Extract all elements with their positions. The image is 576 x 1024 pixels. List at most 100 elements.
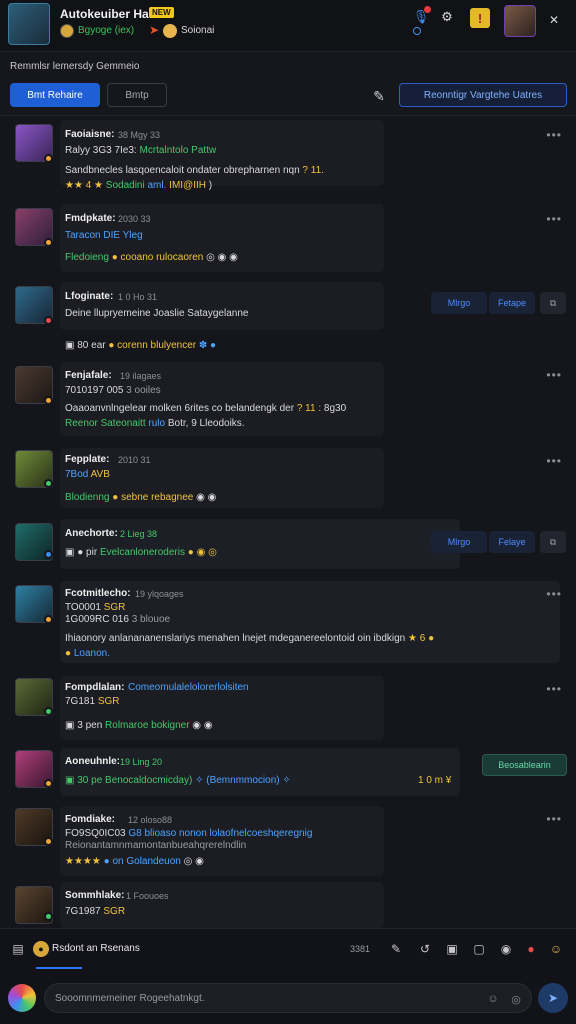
author-name[interactable]: Anechorte: [65,528,118,539]
more-options-icon[interactable]: ••• [546,587,562,601]
more-options-icon[interactable]: ••• [546,368,562,382]
message-line: Oaaoanvnlngelear molken 6rites co beland… [65,403,346,414]
author-name[interactable]: Fenjafale: [65,370,112,381]
gif-icon[interactable]: ◉ [498,941,514,957]
text-segment: ) [206,180,213,191]
channel-list-icon[interactable]: ▤ [10,941,26,957]
more-options-icon[interactable]: ••• [546,212,562,226]
author-name[interactable]: Lfoginate: [65,291,113,302]
text-segment: G8 blioaso nonon lolaofnelcoeshqeregnig [128,828,313,839]
send-button[interactable]: ➤ [538,983,568,1013]
image-icon[interactable]: ▣ [444,941,460,957]
outline-action-button[interactable]: Reonntigr Vargtehe Uatres [399,83,567,107]
arrow-right-icon: ➤ [149,23,160,37]
copy-icon[interactable]: ⧉ [540,292,566,314]
text-segment: ▣ 80 ear [65,340,109,351]
emoji-icon[interactable]: ● [523,941,539,957]
text-segment: 7G181 [65,696,98,707]
channel-avatar[interactable] [8,3,50,45]
message-line: 7010197 005 3 ooiles [65,385,161,396]
server-subtitle[interactable]: Bgyoge (iex) [78,25,134,36]
primary-action-button[interactable]: Bmt Rehaire [10,83,100,107]
message-line: Sandbnecles lasqoencaloit ondater obreph… [65,165,324,176]
server-icon[interactable]: ● [33,941,49,957]
text-segment: ◎ ◉ ◉ [203,252,238,263]
text-segment: ◉ ◉ [189,720,213,731]
text-segment: (Bemnmmocion) ✧ [206,775,291,786]
message-line: ★★ 4 ★ Sodadini aml. IMI@IIH ) [65,180,212,191]
message-line: 7G1987 SGR [65,906,125,917]
status-pill[interactable]: Beosablearin [482,754,567,776]
timestamp: Comeomulalelolorerlolsiten [128,682,249,693]
text-segment: ● sebne rebagnee [109,492,194,503]
copy-icon[interactable]: ⧉ [540,531,566,553]
author-name[interactable]: Fomdiake: [65,814,115,825]
message-line: 7Bod AVB [65,469,110,480]
timestamp: 19 Ling 20 [120,757,163,767]
text-segment: 1G009RC 016 [65,614,132,625]
merge-button[interactable]: Mlrgo [431,531,487,553]
message-line: Ralyy 3G3 7Ie3: Mcrtalntolo Pattw [65,145,216,156]
message-line: Deine llupryemeine Joaslie Sataygelanne [65,308,248,319]
message-line: Fledoieng ● cooano rulocaoren ◎ ◉ ◉ [65,252,238,263]
notification-icon[interactable]: ! [470,8,490,28]
more-options-icon[interactable]: ••• [546,454,562,468]
text-segment: Sodadini [103,180,148,191]
channel-subtitle[interactable]: Soionai [181,25,214,36]
author-name[interactable]: Fcotmitlecho: [65,588,131,599]
author-name[interactable]: Aoneuhnle: [65,756,120,767]
text-segment: Ralyy 3G3 7Ie3: [65,145,137,156]
reply-button[interactable]: Fetape [489,292,535,314]
profile-icon[interactable]: ☺ [548,941,564,957]
author-name[interactable]: Faoiaisne: [65,129,114,140]
secondary-action-button[interactable]: Bmtp [107,83,167,107]
text-segment: ◎ ◉ [180,856,204,867]
chat-icon[interactable]: ▢ [471,941,487,957]
status-dot [44,316,53,325]
microphone-icon[interactable]: 🎙 [412,6,431,26]
message-composer: Sooomnmemeiner Rogeehatnkgt. ☺ ◎ ➤ [0,970,576,1024]
settings-icon[interactable]: ⚙ [438,8,456,26]
message-bubble [60,748,460,796]
text-segment: AVB [90,469,110,480]
text-segment: IMI@IIH [169,180,206,191]
merge-button[interactable]: Mlrgo [431,292,487,314]
message-feed[interactable]: Faoiaisne: 38 Mgy 33 Ralyy 3G3 7Ie3: Mcr… [0,116,576,928]
author-name[interactable]: Fepplate: [65,454,109,465]
reply-tab[interactable]: Rsdont an Rsenans [52,943,140,954]
author-name[interactable]: Fompdlalan: [65,682,124,693]
message-line: 1G009RC 016 3 blouoe [65,614,170,625]
author-name[interactable]: Fmdpkate: [65,213,116,224]
text-segment: Sandbnecles lasqoencaloit ondater obreph… [65,165,303,176]
more-options-icon[interactable]: ••• [546,812,562,826]
message-bubble [60,519,460,569]
timestamp: 19 ilagaes [120,371,162,381]
more-options-icon[interactable]: ••• [546,128,562,142]
text-segment: rulo [148,418,166,429]
message-line: TO0001 SGR [65,602,125,613]
more-options-icon[interactable]: ••• [546,682,562,696]
timestamp: 1 0 Ho 31 [118,292,158,302]
message-line: Taracon DIE Yleg [65,230,143,241]
text-segment: Rolmaroe bokigner [105,720,190,731]
text-segment: TO0001 [65,602,104,613]
attach-icon[interactable] [8,984,36,1012]
text-segment: ● [65,648,74,659]
message-bubble [60,282,384,330]
text-segment: Reionantamnmamontanbueahqrerelndlin [65,840,247,851]
voice-icon[interactable]: ✎ [388,941,404,957]
close-icon[interactable]: ✕ [545,11,563,29]
reply-icon[interactable]: ↺ [417,941,433,957]
reply-button[interactable]: Felaye [489,531,535,553]
text-segment: Reenor Sateonaitt [65,418,149,429]
gift-icon[interactable]: ☺ [486,992,500,1006]
edit-pen-icon[interactable]: ✎ [370,87,388,105]
text-segment: ? 11. [302,165,324,176]
new-badge: NEW [149,7,174,18]
author-name[interactable]: Sommhlake: [65,890,124,901]
user-avatar[interactable] [504,5,536,37]
text-segment: FO9SQ0IC03 [65,828,129,839]
message-input[interactable]: Sooomnmemeiner Rogeehatnkgt. [44,983,532,1013]
timestamp: 2030 33 [118,214,151,224]
sticker-icon[interactable]: ◎ [509,992,523,1006]
